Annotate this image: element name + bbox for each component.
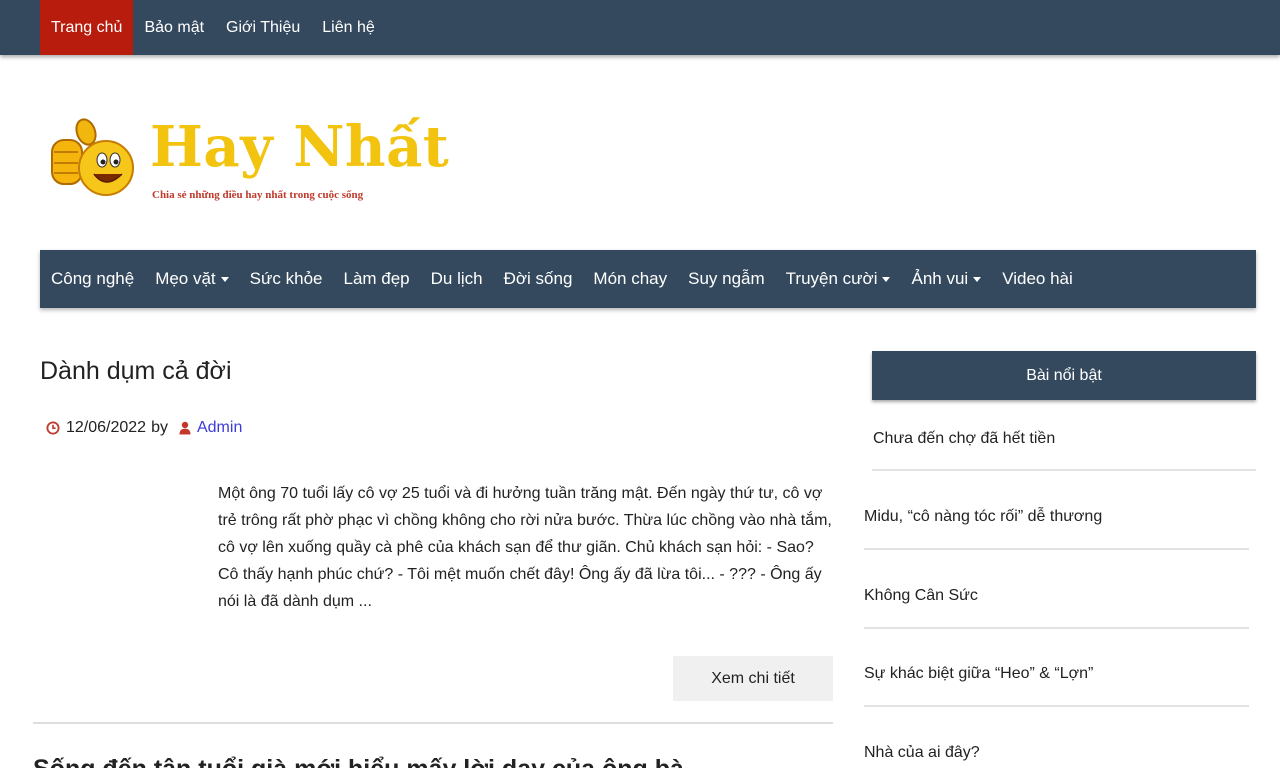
user-icon <box>179 421 191 435</box>
clock-icon <box>46 421 60 435</box>
nav-item-funny-photos[interactable]: Ảnh vui <box>911 269 982 289</box>
sidebar-divider <box>872 469 1256 471</box>
read-more-button[interactable]: Xem chi tiết <box>673 656 833 701</box>
sidebar-divider <box>864 705 1249 707</box>
top-nav-list: Trang chủ Bảo mật Giới Thiệu Liên hệ <box>40 0 386 55</box>
nav-item-jokes[interactable]: Truyện cười <box>786 269 891 289</box>
author-link[interactable]: Admin <box>197 419 242 437</box>
logo-title: Hay Nhất <box>150 114 450 180</box>
sidebar-divider <box>864 627 1249 629</box>
next-post-title[interactable]: Sống đến tận tuổi già mới hiểu mấy lời d… <box>33 755 684 768</box>
nav-item-reflection[interactable]: Suy ngẫm <box>688 269 765 289</box>
nav-item-vegetarian[interactable]: Món chay <box>593 269 667 289</box>
nav-item-label: Du lịch <box>430 269 483 288</box>
nav-item-label: Mẹo vặt <box>155 269 216 288</box>
nav-item-label: Món chay <box>593 269 668 288</box>
nav-item-label: Đời sống <box>503 269 573 288</box>
post-excerpt: Một ông 70 tuổi lấy cô vợ 25 tuổi và đi … <box>218 485 832 610</box>
caret-down-icon <box>882 276 891 282</box>
sidebar-item-featured[interactable]: Nhà của ai đây? <box>864 744 980 762</box>
post-by-label: by <box>151 419 168 436</box>
top-nav-item-about[interactable]: Giới Thiệu <box>215 0 311 55</box>
sidebar-item-featured[interactable]: Chưa đến chợ đã hết tiền <box>873 430 1055 448</box>
nav-item-funny-videos[interactable]: Video hài <box>1002 269 1073 289</box>
nav-item-label: Suy ngẫm <box>688 269 765 288</box>
nav-item-label: Truyện cười <box>785 269 878 288</box>
thumbs-up-smiley-icon <box>51 118 134 196</box>
category-nav-list: Công nghệ Mẹo vặt Sức khỏe Làm đẹp Du lị… <box>40 250 1256 308</box>
top-nav-item-contact[interactable]: Liên hệ <box>311 0 386 55</box>
post-divider <box>33 722 833 724</box>
nav-item-label: Video hài <box>1002 269 1073 288</box>
nav-item-tips[interactable]: Mẹo vặt <box>155 269 229 289</box>
top-nav-item-security[interactable]: Bảo mật <box>133 0 215 55</box>
caret-down-icon <box>220 276 229 282</box>
sidebar-item-featured[interactable]: Midu, “cô nàng tóc rối” dễ thương <box>864 508 1102 526</box>
nav-item-health[interactable]: Sức khỏe <box>250 269 323 289</box>
category-navbar: Công nghệ Mẹo vặt Sức khỏe Làm đẹp Du lị… <box>40 250 1256 308</box>
nav-item-label: Làm đẹp <box>343 269 410 288</box>
nav-item-label: Ảnh vui <box>911 269 969 288</box>
caret-down-icon <box>973 276 982 282</box>
nav-item-life[interactable]: Đời sống <box>504 269 573 289</box>
sidebar-item-featured[interactable]: Sự khác biệt giữa “Heo” & “Lợn” <box>864 665 1093 683</box>
nav-item-technology[interactable]: Công nghệ <box>51 269 134 289</box>
top-nav-item-home[interactable]: Trang chủ <box>40 0 134 55</box>
post-date: 12/06/2022 <box>66 419 147 436</box>
post-meta: 12/06/2022 by Admin <box>46 419 242 437</box>
top-navbar: Trang chủ Bảo mật Giới Thiệu Liên hệ <box>0 0 1280 55</box>
site-logo[interactable]: Hay Nhất Chia sẻ những điều hay nhất tro… <box>48 110 449 210</box>
sidebar-heading: Bài nổi bật <box>872 351 1256 400</box>
sidebar-divider <box>864 548 1249 550</box>
nav-item-travel[interactable]: Du lịch <box>431 269 483 289</box>
logo-tagline: Chia sẻ những điều hay nhất trong cuộc s… <box>152 189 364 201</box>
sidebar-item-featured[interactable]: Không Cân Sức <box>864 587 978 605</box>
post-title[interactable]: Dành dụm cả đời <box>40 357 232 386</box>
nav-item-label: Công nghệ <box>51 269 135 288</box>
nav-item-beauty[interactable]: Làm đẹp <box>343 269 409 289</box>
nav-item-label: Sức khỏe <box>249 269 323 288</box>
